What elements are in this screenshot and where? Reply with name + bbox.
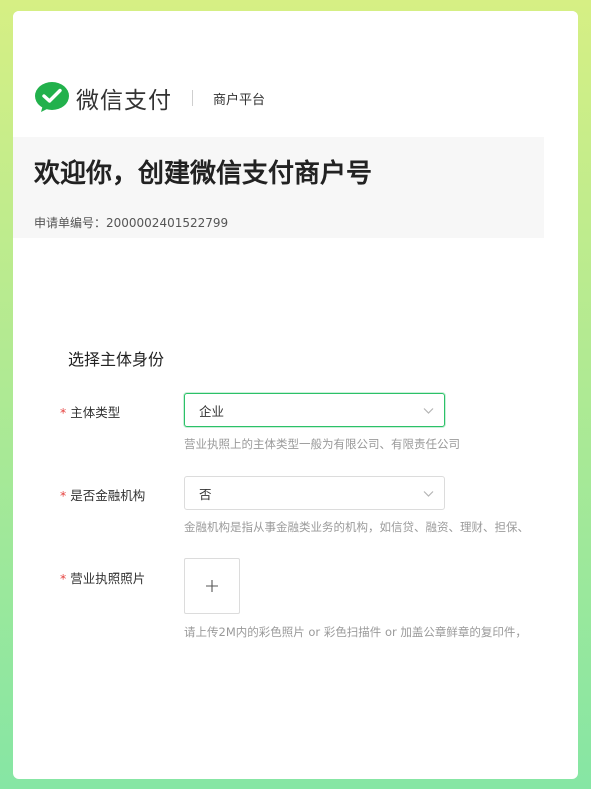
wechat-pay-logo-icon <box>35 82 69 112</box>
section-title: 选择主体身份 <box>68 350 165 369</box>
financial-institution-select[interactable]: 否 <box>184 476 445 510</box>
welcome-banner: 欢迎你，创建微信支付商户号 申请单编号：2000002401522799 <box>13 137 544 238</box>
entity-type-value: 企业 <box>199 403 225 419</box>
brand-divider <box>192 90 193 106</box>
required-mark: * <box>60 405 67 420</box>
chevron-down-icon <box>423 408 434 414</box>
license-hint: 请上传2M内的彩色照片 or 彩色扫描件 or 加盖公章鲜章的复印件， <box>184 625 527 639</box>
entity-type-select[interactable]: 企业 <box>184 393 445 427</box>
plus-icon <box>206 580 218 592</box>
platform-name: 商户平台 <box>213 92 266 108</box>
brand[interactable]: 微信支付 商户平台 <box>34 81 265 115</box>
financial-label-text: 是否金融机构 <box>70 488 146 503</box>
license-label-text: 营业执照照片 <box>70 571 146 586</box>
license-upload-button[interactable] <box>184 558 240 614</box>
entity-type-hint: 营业执照上的主体类型一般为有限公司、有限责任公司 <box>184 437 460 451</box>
financial-institution-value: 否 <box>199 486 212 502</box>
financial-hint: 金融机构是指从事金融类业务的机构，如信贷、融资、理财、担保、 <box>184 520 529 534</box>
required-mark: * <box>60 488 67 503</box>
page-card: 微信支付 商户平台 欢迎你，创建微信支付商户号 申请单编号：2000002401… <box>13 11 578 779</box>
brand-name: 微信支付 <box>76 88 172 114</box>
financial-label: * 是否金融机构 <box>60 485 145 504</box>
top-bar: 微信支付 商户平台 <box>13 11 578 137</box>
entity-type-label: * 主体类型 <box>60 402 120 421</box>
license-label: * 营业执照照片 <box>60 568 145 587</box>
page-title: 欢迎你，创建微信支付商户号 <box>34 159 373 189</box>
entity-type-label-text: 主体类型 <box>70 405 121 420</box>
chevron-down-icon <box>423 491 434 497</box>
required-mark: * <box>60 571 67 586</box>
application-number: 申请单编号：2000002401522799 <box>34 216 229 230</box>
